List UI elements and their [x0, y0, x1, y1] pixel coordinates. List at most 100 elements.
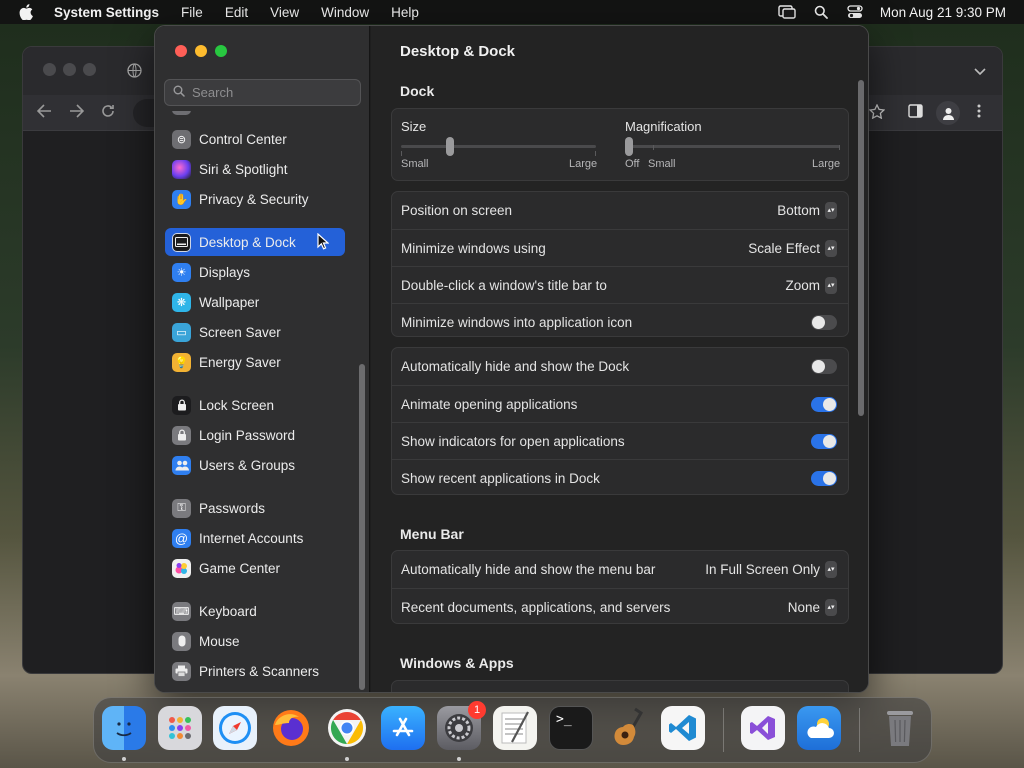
- sidebar-item-siri-spotlight[interactable]: Siri & Spotlight: [165, 155, 345, 183]
- sidebar-item-printers-scanners[interactable]: Printers & Scanners: [165, 657, 345, 685]
- row-label: Minimize windows using: [401, 240, 546, 256]
- mouse-icon: [172, 631, 191, 651]
- sidebar-item-lock-screen[interactable]: Lock Screen: [165, 391, 345, 419]
- auto-hide-dock-row: Automatically hide and show the Dock: [392, 348, 848, 385]
- dock-size-group: Size Small Large Magnification Off Small…: [391, 108, 849, 181]
- magnification-tick: [839, 145, 840, 150]
- app-menu[interactable]: System Settings: [52, 5, 170, 20]
- sidebar-item-privacy-security[interactable]: ✋ Privacy & Security: [165, 185, 345, 213]
- finder-icon[interactable]: [102, 706, 146, 750]
- window-minimize-button[interactable]: [195, 45, 207, 57]
- textedit-icon[interactable]: [493, 706, 537, 750]
- forward-arrow-icon[interactable]: [69, 104, 85, 122]
- profile-avatar-icon[interactable]: [936, 101, 960, 125]
- bookmark-star-icon[interactable]: [868, 103, 886, 123]
- browser-menu-kebab-icon[interactable]: [977, 104, 981, 122]
- partial-item-icon: [172, 111, 191, 115]
- recent-documents-popup[interactable]: None ▴▾: [788, 598, 837, 616]
- weather-icon[interactable]: [797, 706, 841, 750]
- garageband-icon[interactable]: [605, 706, 649, 750]
- sidebar-item-internet-accounts[interactable]: @ Internet Accounts: [165, 524, 345, 552]
- sidebar-item-keyboard[interactable]: ⌨ Keyboard: [165, 597, 345, 625]
- sidebar-item-control-center[interactable]: ⊜ Control Center: [165, 125, 345, 153]
- sidebar-scrollbar[interactable]: [359, 364, 365, 690]
- magnification-slider-thumb[interactable]: [625, 137, 633, 156]
- window-close-button[interactable]: [175, 45, 187, 57]
- menu-window[interactable]: Window: [310, 5, 380, 20]
- minimize-into-app-icon-toggle[interactable]: [811, 314, 837, 330]
- menu-view[interactable]: View: [259, 5, 310, 20]
- menu-edit[interactable]: Edit: [214, 5, 259, 20]
- sidebar-search-field[interactable]: Search: [164, 79, 361, 106]
- auto-hide-menu-bar-row: Automatically hide and show the menu bar…: [392, 551, 848, 588]
- magnification-label: Magnification: [625, 119, 702, 134]
- settings-sidebar: Search ⊜ Control Center Siri & Spotlight…: [155, 26, 370, 692]
- browser-minimize-button[interactable]: [63, 63, 76, 76]
- position-on-screen-popup[interactable]: Bottom ▴▾: [777, 202, 837, 219]
- safari-icon[interactable]: [213, 706, 257, 750]
- launchpad-icon[interactable]: [158, 706, 202, 750]
- sidebar-item-displays[interactable]: ☀ Displays: [165, 258, 345, 286]
- notification-badge: 1: [468, 701, 486, 719]
- sidebar-item-passwords[interactable]: ⚿ Passwords: [165, 494, 345, 522]
- app-store-icon[interactable]: [381, 706, 425, 750]
- chrome-icon[interactable]: [325, 706, 369, 750]
- row-label: Show indicators for open applications: [401, 433, 625, 449]
- apple-menu-icon[interactable]: [0, 4, 52, 20]
- browser-close-button[interactable]: [43, 63, 56, 76]
- row-label: Automatically hide and show the menu bar: [401, 562, 656, 577]
- sidebar-item-label: Users & Groups: [199, 457, 296, 473]
- magnification-slider[interactable]: [625, 145, 840, 148]
- screen-saver-icon: ▭: [172, 322, 191, 342]
- sidebar-item-energy-saver[interactable]: 💡 Energy Saver: [165, 348, 345, 376]
- sidebar-item-label: Printers & Scanners: [199, 663, 320, 679]
- sidebar-item-users-groups[interactable]: Users & Groups: [165, 451, 345, 479]
- magnification-min-label: Small: [648, 158, 676, 170]
- screen-mirroring-icon[interactable]: [770, 5, 804, 19]
- window-zoom-button[interactable]: [215, 45, 227, 57]
- size-slider-thumb[interactable]: [445, 137, 454, 156]
- at-icon: @: [172, 528, 191, 548]
- tab-list-chevron-icon[interactable]: [974, 63, 986, 81]
- dock: 1 >_: [93, 697, 932, 763]
- size-slider[interactable]: [401, 145, 596, 148]
- auto-hide-dock-toggle[interactable]: [811, 359, 837, 374]
- sidebar-item-label: Energy Saver: [199, 354, 281, 370]
- sidebar-item-label: Screen Saver: [199, 324, 281, 340]
- dock-icon: [172, 232, 191, 252]
- show-indicators-toggle[interactable]: [811, 433, 837, 449]
- menu-help[interactable]: Help: [380, 5, 430, 20]
- double-click-action-popup[interactable]: Zoom ▴▾: [785, 276, 837, 294]
- show-recent-apps-toggle[interactable]: [811, 470, 837, 486]
- spotlight-search-icon[interactable]: [804, 5, 838, 19]
- sidebar-item-wallpaper[interactable]: ❋ Wallpaper: [165, 288, 345, 316]
- show-indicators-row: Show indicators for open applications: [392, 422, 848, 459]
- size-tick: [401, 151, 402, 156]
- side-panel-icon[interactable]: [908, 104, 923, 122]
- sidebar-item-login-password[interactable]: Login Password: [165, 421, 345, 449]
- reload-icon[interactable]: [101, 104, 115, 122]
- row-label: Position on screen: [401, 203, 513, 218]
- firefox-icon[interactable]: [269, 706, 313, 750]
- trash-icon[interactable]: [878, 706, 922, 750]
- minimize-effect-popup[interactable]: Scale Effect ▴▾: [748, 239, 837, 257]
- animate-opening-toggle[interactable]: [811, 396, 837, 412]
- sidebar-item-mouse[interactable]: Mouse: [165, 627, 345, 655]
- updown-chevron-icon: ▴▾: [825, 598, 837, 616]
- sidebar-item-game-center[interactable]: Game Center: [165, 554, 345, 582]
- menu-bar-clock[interactable]: Mon Aug 21 9:30 PM: [872, 5, 1006, 20]
- sidebar-item-screen-saver[interactable]: ▭ Screen Saver: [165, 318, 345, 346]
- menu-bar-group: Automatically hide and show the menu bar…: [391, 550, 849, 624]
- auto-hide-menu-bar-popup[interactable]: In Full Screen Only ▴▾: [705, 561, 837, 578]
- lock-icon: [172, 425, 191, 445]
- vscode-icon[interactable]: [661, 706, 705, 750]
- control-center-menu-icon[interactable]: [838, 5, 872, 19]
- terminal-icon[interactable]: >_: [549, 706, 593, 750]
- row-label: Animate opening applications: [401, 396, 578, 412]
- visual-studio-icon[interactable]: [741, 706, 785, 750]
- menu-file[interactable]: File: [170, 5, 214, 20]
- back-arrow-icon[interactable]: [36, 104, 52, 122]
- browser-zoom-button[interactable]: [83, 63, 96, 76]
- content-scrollbar[interactable]: [858, 80, 864, 416]
- system-settings-icon[interactable]: 1: [437, 701, 486, 750]
